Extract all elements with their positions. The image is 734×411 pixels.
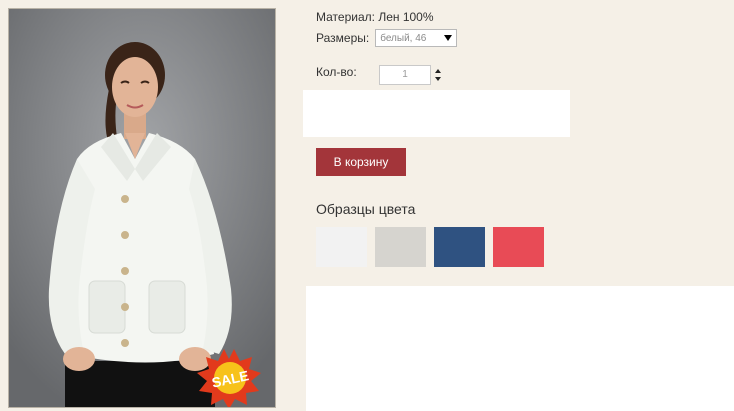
blank-panel	[303, 90, 570, 137]
chevron-down-icon	[444, 35, 453, 41]
material-row: Материал: Лен 100%	[316, 10, 434, 24]
color-swatch-white[interactable]	[316, 227, 367, 267]
size-row: Размеры: белый, 46	[316, 29, 458, 47]
size-select-value: белый, 46	[380, 32, 427, 44]
color-swatch-coral-red[interactable]	[493, 227, 544, 267]
swatches-title: Образцы цвета	[316, 201, 416, 217]
size-label: Размеры:	[316, 31, 370, 45]
blank-content-area	[306, 286, 734, 411]
increment-icon[interactable]	[435, 69, 441, 73]
model-image: SALE	[9, 9, 275, 407]
product-photo[interactable]: SALE	[8, 8, 276, 408]
color-swatch-light-gray[interactable]	[375, 227, 426, 267]
size-select[interactable]: белый, 46	[375, 29, 458, 47]
material-label: Материал:	[316, 10, 375, 24]
decrement-icon[interactable]	[435, 77, 441, 81]
quantity-input[interactable]: 1	[379, 65, 431, 85]
add-to-cart-button[interactable]: В корзину	[316, 148, 406, 176]
qty-label: Кол-во:	[316, 65, 357, 79]
color-swatch-navy-blue[interactable]	[434, 227, 485, 267]
material-value: Лен 100%	[378, 10, 434, 24]
